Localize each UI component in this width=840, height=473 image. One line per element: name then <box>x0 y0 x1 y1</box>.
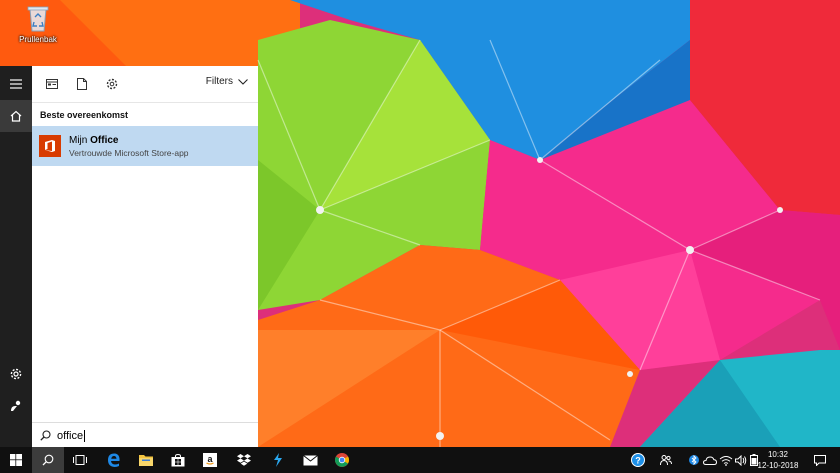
task-view-icon <box>73 455 87 465</box>
dropbox-icon <box>237 453 251 466</box>
recycle-bin-icon <box>25 4 51 32</box>
mail-icon <box>302 454 318 465</box>
taskbar: a ? 10:32 12-10-2018 <box>0 447 840 473</box>
onedrive-tray-button[interactable] <box>702 447 718 473</box>
store-button[interactable] <box>162 447 194 473</box>
documents-filter-button[interactable] <box>70 72 94 96</box>
svg-text:?: ? <box>635 456 641 466</box>
amazon-icon: a <box>203 453 217 467</box>
home-button[interactable] <box>0 100 32 132</box>
search-input[interactable]: office <box>57 429 86 442</box>
volume-icon <box>735 454 747 466</box>
filters-dropdown[interactable]: Filters <box>206 76 248 87</box>
feedback-person-icon <box>11 400 21 411</box>
volume-tray-button[interactable] <box>734 447 748 473</box>
search-box[interactable]: office <box>32 422 258 448</box>
store-icon <box>171 453 185 466</box>
wifi-tray-button[interactable] <box>718 447 734 473</box>
search-icon <box>42 454 54 466</box>
result-subtitle: Vertrouwde Microsoft Store-app <box>69 147 189 158</box>
chrome-button[interactable] <box>326 447 358 473</box>
office-logo-icon <box>39 135 61 157</box>
onedrive-icon <box>703 455 717 465</box>
bluetooth-icon <box>689 454 699 466</box>
best-match-heading: Beste overeenkomst <box>40 110 129 120</box>
clock-date: 12-10-2018 <box>757 461 799 470</box>
taskbar-search-button[interactable] <box>32 447 64 473</box>
amazon-button[interactable]: a <box>194 447 226 473</box>
bluetooth-tray-button[interactable] <box>688 447 700 473</box>
people-icon <box>660 455 672 466</box>
chrome-icon <box>335 453 349 467</box>
recycle-bin-label: Prullenbak <box>19 35 57 44</box>
search-toolbar: Filters <box>32 66 258 103</box>
result-title-prefix: Mijn <box>69 134 91 146</box>
clock-time: 10:32 <box>767 450 789 459</box>
bolt-app-button[interactable] <box>262 447 294 473</box>
file-explorer-icon <box>139 455 153 466</box>
help-tray-button[interactable]: ? <box>628 447 648 473</box>
result-title: Mijn Office <box>69 135 189 146</box>
apps-filter-button[interactable] <box>40 72 64 96</box>
result-title-match: Office <box>90 134 119 146</box>
action-center-icon <box>814 454 826 466</box>
settings-icon <box>106 78 118 90</box>
start-button[interactable] <box>0 447 32 473</box>
filters-label: Filters <box>205 76 233 87</box>
chevron-down-icon <box>238 78 248 85</box>
task-view-button[interactable] <box>64 447 96 473</box>
search-results-panel: Filters Beste overeenkomst Mijn Office V… <box>32 66 258 447</box>
edge-button[interactable] <box>98 447 130 473</box>
file-explorer-button[interactable] <box>130 447 162 473</box>
settings-gear-icon <box>10 368 22 380</box>
documents-icon <box>77 78 87 90</box>
apps-icon <box>46 79 58 89</box>
settings-filter-button[interactable] <box>100 72 124 96</box>
home-icon <box>10 110 22 122</box>
feedback-button[interactable] <box>0 390 32 422</box>
hamburger-menu-button[interactable] <box>0 68 32 100</box>
wifi-icon <box>719 455 733 466</box>
dropbox-button[interactable] <box>228 447 260 473</box>
start-rail <box>0 66 32 447</box>
search-icon <box>40 430 51 441</box>
people-tray-button[interactable] <box>656 447 676 473</box>
edge-icon <box>108 453 120 467</box>
action-center-button[interactable] <box>808 447 832 473</box>
app-bolt-icon <box>274 453 282 467</box>
taskbar-clock[interactable]: 10:32 12-10-2018 <box>756 449 800 471</box>
settings-button[interactable] <box>0 358 32 390</box>
start-icon <box>10 454 22 466</box>
mail-button[interactable] <box>294 447 326 473</box>
desktop-recycle-bin[interactable]: Prullenbak <box>12 4 64 44</box>
hamburger-menu-icon <box>10 79 22 89</box>
help-icon: ? <box>631 453 645 467</box>
best-match-result[interactable]: Mijn Office Vertrouwde Microsoft Store-a… <box>32 126 258 166</box>
